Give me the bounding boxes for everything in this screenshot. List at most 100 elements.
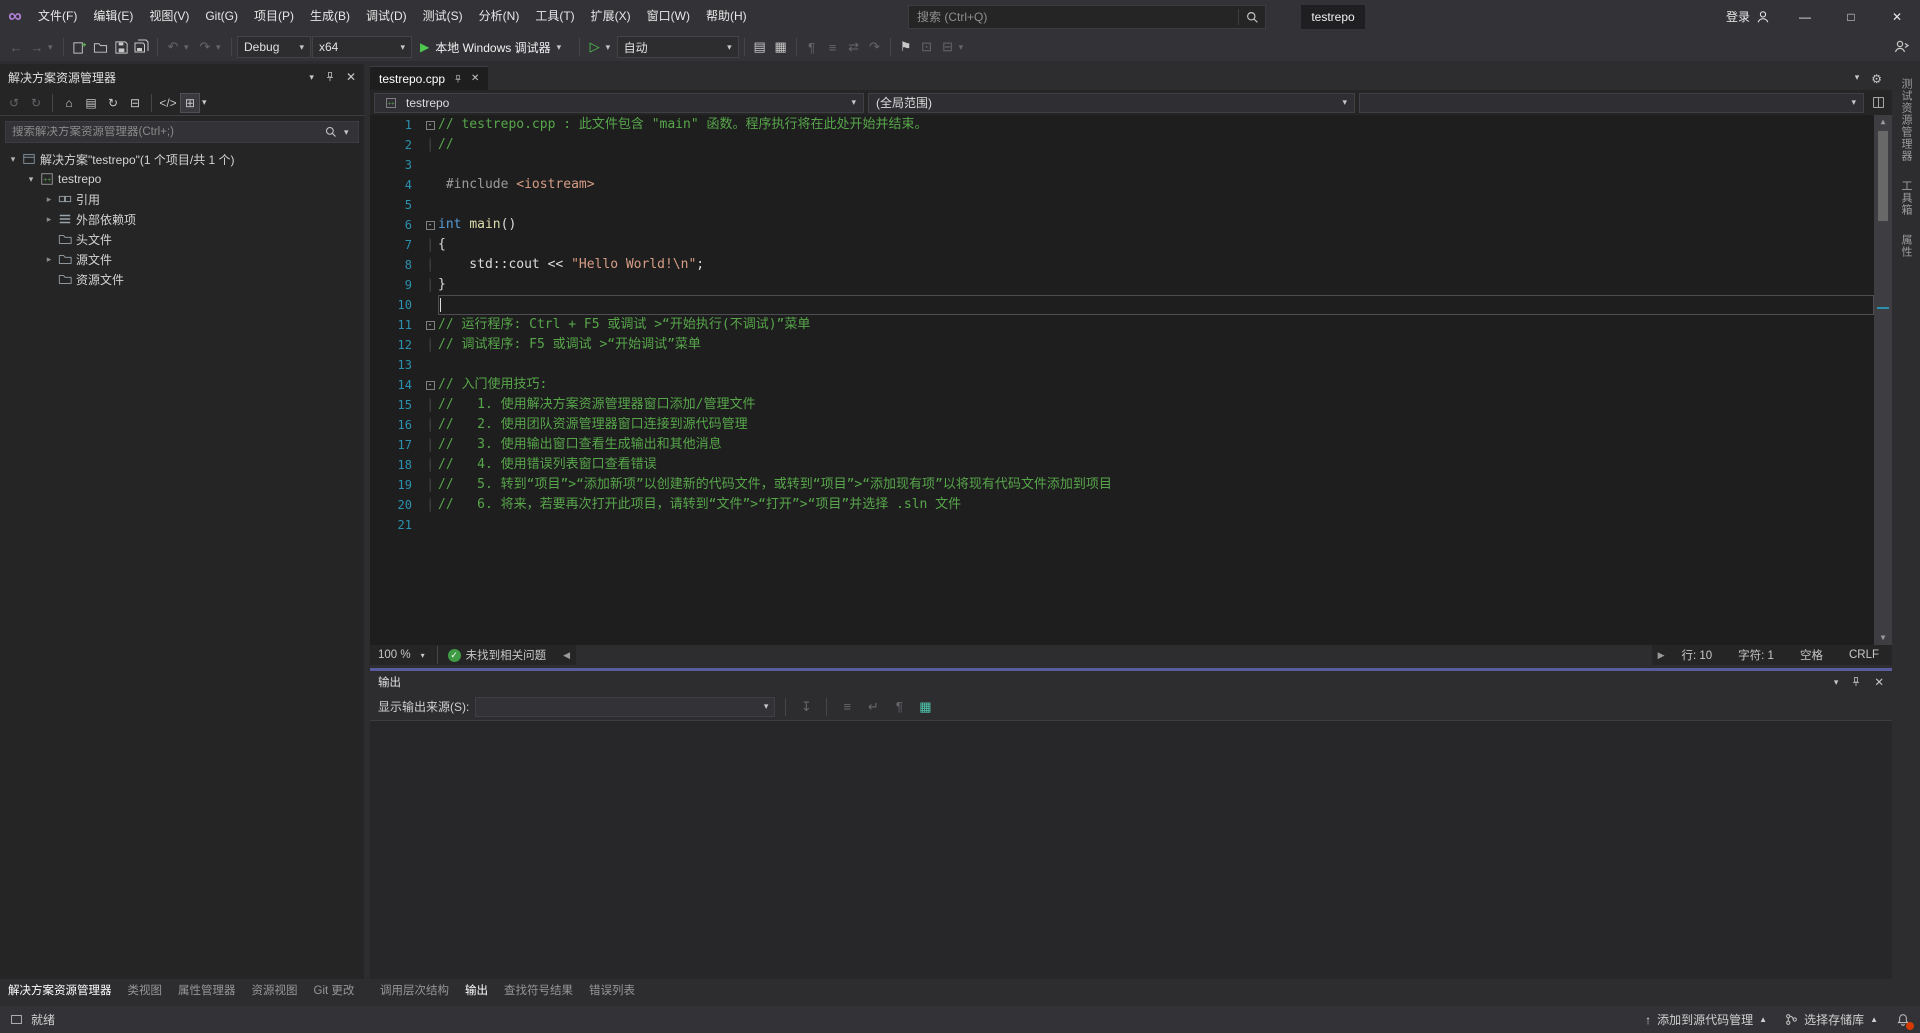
- word-wrap-icon[interactable]: ↵: [863, 696, 883, 718]
- nav-member-dropdown[interactable]: ▾: [1359, 93, 1864, 113]
- clear-output-icon[interactable]: ≡: [837, 696, 857, 718]
- undo-dropdown-icon[interactable]: ▾: [184, 42, 194, 53]
- redo-icon[interactable]: ↷: [195, 36, 215, 58]
- back-icon[interactable]: ↺: [4, 93, 24, 113]
- fold-collapse-icon[interactable]: -: [422, 221, 438, 230]
- maximize-button[interactable]: □: [1828, 0, 1874, 33]
- menu-item[interactable]: 窗口(W): [639, 0, 698, 33]
- line-number[interactable]: 15: [370, 398, 422, 412]
- next-bookmark-icon[interactable]: ⊟: [938, 36, 958, 58]
- chevron-expanded-icon[interactable]: ▾: [24, 174, 38, 185]
- close-icon[interactable]: ✕: [471, 73, 479, 84]
- select-repository-button[interactable]: 选择存储库 ▲: [1785, 1011, 1878, 1028]
- line-number[interactable]: 10: [370, 298, 422, 312]
- show-timestamp-icon[interactable]: ¶: [889, 696, 909, 718]
- line-number[interactable]: 7: [370, 238, 422, 252]
- menu-item[interactable]: 测试(S): [415, 0, 471, 33]
- nav-project-dropdown[interactable]: ++ testrepo ▾: [374, 93, 864, 113]
- chevron-collapsed-icon[interactable]: ▸: [42, 214, 56, 225]
- scroll-up-icon[interactable]: ▲: [1881, 115, 1886, 129]
- output-source-dropdown[interactable]: ▾: [475, 697, 775, 717]
- line-number[interactable]: 20: [370, 498, 422, 512]
- panel-tab[interactable]: 错误列表: [581, 982, 643, 998]
- menu-item[interactable]: 视图(V): [141, 0, 197, 33]
- search-icon[interactable]: [318, 126, 344, 138]
- toggle-grid-icon[interactable]: ▦: [915, 696, 935, 718]
- line-number[interactable]: 18: [370, 458, 422, 472]
- notifications-button[interactable]: [1896, 1013, 1910, 1027]
- search-icon[interactable]: [1239, 11, 1265, 24]
- previous-bookmark-icon[interactable]: ⊡: [917, 36, 937, 58]
- toolbar-options-icon[interactable]: ▾: [959, 42, 969, 53]
- menu-item[interactable]: 编辑(E): [85, 0, 141, 33]
- undo-icon[interactable]: ↶: [163, 36, 183, 58]
- tree-item[interactable]: ▸源文件: [0, 249, 364, 269]
- chevron-collapsed-icon[interactable]: ▸: [42, 254, 56, 265]
- panel-tab[interactable]: 类视图: [120, 982, 171, 998]
- close-icon[interactable]: ✕: [1874, 675, 1884, 689]
- panel-tab[interactable]: 资源视图: [244, 982, 306, 998]
- close-button[interactable]: ✕: [1874, 0, 1920, 33]
- minimize-button[interactable]: —: [1782, 0, 1828, 33]
- open-file-icon[interactable]: [90, 36, 110, 58]
- menu-item[interactable]: Git(G): [197, 0, 246, 33]
- horizontal-scrollbar[interactable]: [576, 645, 1652, 665]
- chevron-expanded-icon[interactable]: ▾: [6, 154, 20, 165]
- configuration-dropdown[interactable]: Debug▾: [237, 36, 311, 58]
- panel-tab[interactable]: 工具箱: [1898, 180, 1914, 216]
- editor-settings-icon[interactable]: ⚙: [1871, 72, 1882, 86]
- line-number[interactable]: 14: [370, 378, 422, 392]
- panel-tab[interactable]: 查找符号结果: [496, 982, 581, 998]
- add-to-source-control-button[interactable]: ↑ 添加到源代码管理 ▲: [1645, 1011, 1767, 1028]
- tab-testrepo-cpp[interactable]: testrepo.cpp ✕: [370, 66, 488, 90]
- find-in-files-icon[interactable]: ▤: [750, 36, 770, 58]
- line-indicator[interactable]: 行: 10: [1668, 647, 1725, 663]
- chevron-collapsed-icon[interactable]: ▸: [42, 194, 56, 205]
- save-icon[interactable]: [111, 36, 131, 58]
- sign-in-button[interactable]: 登录: [1726, 0, 1770, 33]
- pin-icon[interactable]: [1850, 676, 1862, 688]
- line-number[interactable]: 13: [370, 358, 422, 372]
- nav-scope-dropdown[interactable]: (全局范围) ▾: [868, 93, 1355, 113]
- live-share-icon[interactable]: [1892, 36, 1912, 58]
- menu-item[interactable]: 扩展(X): [583, 0, 639, 33]
- zoom-dropdown[interactable]: 100 % ▾: [370, 649, 433, 661]
- panel-tab[interactable]: Git 更改: [306, 982, 363, 998]
- close-icon[interactable]: ✕: [346, 70, 356, 84]
- line-number[interactable]: 1: [370, 118, 422, 132]
- more-options-icon[interactable]: ▾: [202, 97, 212, 108]
- new-project-icon[interactable]: [69, 36, 89, 58]
- line-number[interactable]: 3: [370, 158, 422, 172]
- line-number[interactable]: 11: [370, 318, 422, 332]
- line-number[interactable]: 12: [370, 338, 422, 352]
- platform-dropdown[interactable]: x64▾: [312, 36, 412, 58]
- line-number[interactable]: 2: [370, 138, 422, 152]
- line-number[interactable]: 8: [370, 258, 422, 272]
- search-input[interactable]: [909, 10, 1238, 24]
- tree-item[interactable]: 资源文件: [0, 269, 364, 289]
- tree-item[interactable]: ▸外部依赖项: [0, 209, 364, 229]
- line-number[interactable]: 21: [370, 518, 422, 532]
- navigate-forward-icon[interactable]: →: [27, 36, 47, 58]
- navigate-back-icon[interactable]: ←: [6, 36, 26, 58]
- quick-search-box[interactable]: [908, 5, 1266, 29]
- view-code-icon[interactable]: </>: [158, 93, 178, 113]
- solution-explorer-sync-icon[interactable]: ▦: [771, 36, 791, 58]
- auto-dropdown[interactable]: 自动▾: [617, 36, 739, 58]
- pin-icon[interactable]: [453, 74, 463, 84]
- split-window-icon[interactable]: [1868, 92, 1888, 114]
- scroll-left-icon[interactable]: ◀: [559, 650, 574, 661]
- goto-message-icon[interactable]: ↧: [796, 696, 816, 718]
- tab-list-dropdown-icon[interactable]: ▾: [1855, 72, 1860, 86]
- panel-tab[interactable]: 解决方案资源管理器: [0, 982, 120, 998]
- menu-item[interactable]: 项目(P): [246, 0, 302, 33]
- line-number[interactable]: 6: [370, 218, 422, 232]
- navigate-dropdown-icon[interactable]: ▾: [48, 42, 58, 53]
- eol-indicator[interactable]: CRLF: [1836, 649, 1892, 661]
- solution-search-input[interactable]: [6, 126, 318, 138]
- step-over-icon[interactable]: ↷: [865, 36, 885, 58]
- line-number[interactable]: 17: [370, 438, 422, 452]
- collapse-all-icon[interactable]: ⊟: [125, 93, 145, 113]
- solution-search-box[interactable]: ▾: [5, 121, 359, 143]
- search-options-icon[interactable]: ▾: [344, 127, 354, 138]
